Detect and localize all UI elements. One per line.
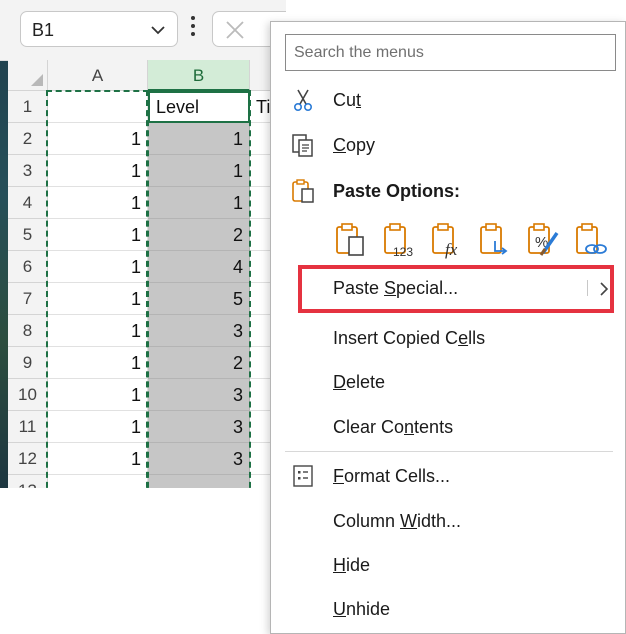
cell-b[interactable]: 2 [148, 347, 250, 379]
paste-options-row: 123 fx % [331, 219, 621, 263]
menu-label-format-cells: Format Cells... [333, 466, 451, 486]
cell-a[interactable] [48, 475, 148, 488]
row-header[interactable]: 2 [8, 123, 48, 155]
paste-formulas-label: fx [445, 240, 458, 259]
cell-a[interactable]: 1 [48, 411, 148, 443]
cell-b[interactable] [148, 475, 250, 488]
menu-label-clear-contents: Clear Contents [333, 417, 454, 437]
row-header[interactable]: 9 [8, 347, 48, 379]
menu-item-paste-special[interactable]: Paste Special... [271, 268, 625, 308]
scissors-icon [294, 89, 313, 111]
paste-formatting-icon[interactable]: % [523, 219, 563, 259]
cell-b[interactable]: 3 [148, 443, 250, 475]
menu-item-delete[interactable]: Delete [271, 362, 625, 402]
formula-bar: B1 [0, 0, 286, 61]
cell-a[interactable]: 1 [48, 315, 148, 347]
spreadsheet-area: B1 A B 1 Level Ti 2 1 1 3 1 1 4 1 1 5 1 2 6 1 4 7 1 5 8 1 3 9 1 2 10 1… [0, 0, 286, 488]
context-menu: Cut Copy Paste Options: 123 [270, 21, 626, 634]
cell-a[interactable]: 1 [48, 283, 148, 315]
row-header[interactable]: 1 [8, 91, 48, 123]
cell-a[interactable]: 1 [48, 187, 148, 219]
menu-item-insert-copied-cells[interactable]: Insert Copied Cells [271, 318, 625, 358]
cell-b[interactable]: 1 [148, 123, 250, 155]
cell-a[interactable]: 1 [48, 379, 148, 411]
row-header[interactable]: 8 [8, 315, 48, 347]
menu-item-copy[interactable]: Copy [271, 125, 625, 165]
row-header[interactable]: 7 [8, 283, 48, 315]
cell-a[interactable]: 1 [48, 443, 148, 475]
menu-label-unhide: Unhide [333, 599, 391, 619]
chevron-right-icon[interactable] [598, 281, 610, 297]
menu-item-cut[interactable]: Cut [271, 80, 625, 120]
name-box-value: B1 [32, 20, 55, 40]
cell-b[interactable]: 5 [148, 283, 250, 315]
cell-b[interactable]: 2 [148, 219, 250, 251]
row-header[interactable]: 12 [8, 443, 48, 475]
cell-a[interactable]: 1 [48, 219, 148, 251]
row-header[interactable]: 13 [8, 475, 48, 488]
cell-a[interactable]: 1 [48, 155, 148, 187]
submenu-divider [587, 280, 588, 296]
menu-label-copy: Copy [333, 135, 376, 155]
row-header[interactable]: 10 [8, 379, 48, 411]
cell-b1[interactable]: Level [148, 91, 250, 123]
cell-b[interactable]: 3 [148, 315, 250, 347]
cell-a[interactable]: 1 [48, 251, 148, 283]
menu-item-unhide[interactable]: Unhide [271, 589, 625, 629]
cell-b[interactable]: 1 [148, 155, 250, 187]
paste-formulas-icon[interactable]: fx [427, 219, 467, 259]
row-header[interactable]: 6 [8, 251, 48, 283]
menu-item-clear-contents[interactable]: Clear Contents [271, 407, 625, 447]
cell-b[interactable]: 3 [148, 411, 250, 443]
paste-values-icon[interactable]: 123 [379, 219, 419, 259]
menu-label-insert-copied-cells: Insert Copied Cells [333, 328, 486, 348]
cell-a[interactable]: 1 [48, 347, 148, 379]
search-menus-input[interactable] [285, 34, 616, 71]
cell-b[interactable]: 1 [148, 187, 250, 219]
column-header-a[interactable]: A [48, 60, 148, 91]
menu-label-delete: Delete [333, 372, 386, 392]
chevron-down-icon[interactable] [149, 21, 167, 39]
format-cells-icon [293, 465, 313, 487]
cell-b[interactable]: 3 [148, 379, 250, 411]
copy-icon [292, 134, 313, 157]
column-header-b[interactable]: B [148, 60, 250, 91]
menu-label-hide: Hide [333, 555, 371, 575]
menu-label-cut: Cut [333, 90, 362, 110]
cell-a[interactable]: 1 [48, 123, 148, 155]
name-box[interactable]: B1 [20, 11, 178, 47]
clipboard-icon [292, 179, 314, 203]
menu-item-hide[interactable]: Hide [271, 545, 625, 585]
select-all-corner[interactable] [8, 60, 48, 91]
paste-link-icon[interactable] [571, 219, 611, 259]
menu-separator [285, 451, 613, 452]
paste-options-header: Paste Options: [271, 171, 625, 211]
row-header[interactable]: 3 [8, 155, 48, 187]
cell-a[interactable] [48, 91, 148, 123]
paste-icon[interactable] [331, 219, 371, 259]
paste-options-label: Paste Options: [333, 181, 461, 201]
menu-item-column-width[interactable]: Column Width... [271, 501, 625, 541]
paste-transpose-icon[interactable] [475, 219, 515, 259]
menu-item-format-cells[interactable]: Format Cells... [271, 456, 625, 496]
row-header[interactable]: 4 [8, 187, 48, 219]
more-options-icon[interactable] [190, 16, 196, 40]
row-header[interactable]: 11 [8, 411, 48, 443]
menu-label-paste-special: Paste Special... [333, 278, 459, 298]
cancel-icon[interactable] [224, 19, 246, 41]
row-header[interactable]: 5 [8, 219, 48, 251]
desktop-background-strip [0, 0, 8, 488]
menu-label-column-width: Column Width... [333, 511, 462, 531]
paste-values-label: 123 [393, 245, 413, 259]
cell-b[interactable]: 4 [148, 251, 250, 283]
